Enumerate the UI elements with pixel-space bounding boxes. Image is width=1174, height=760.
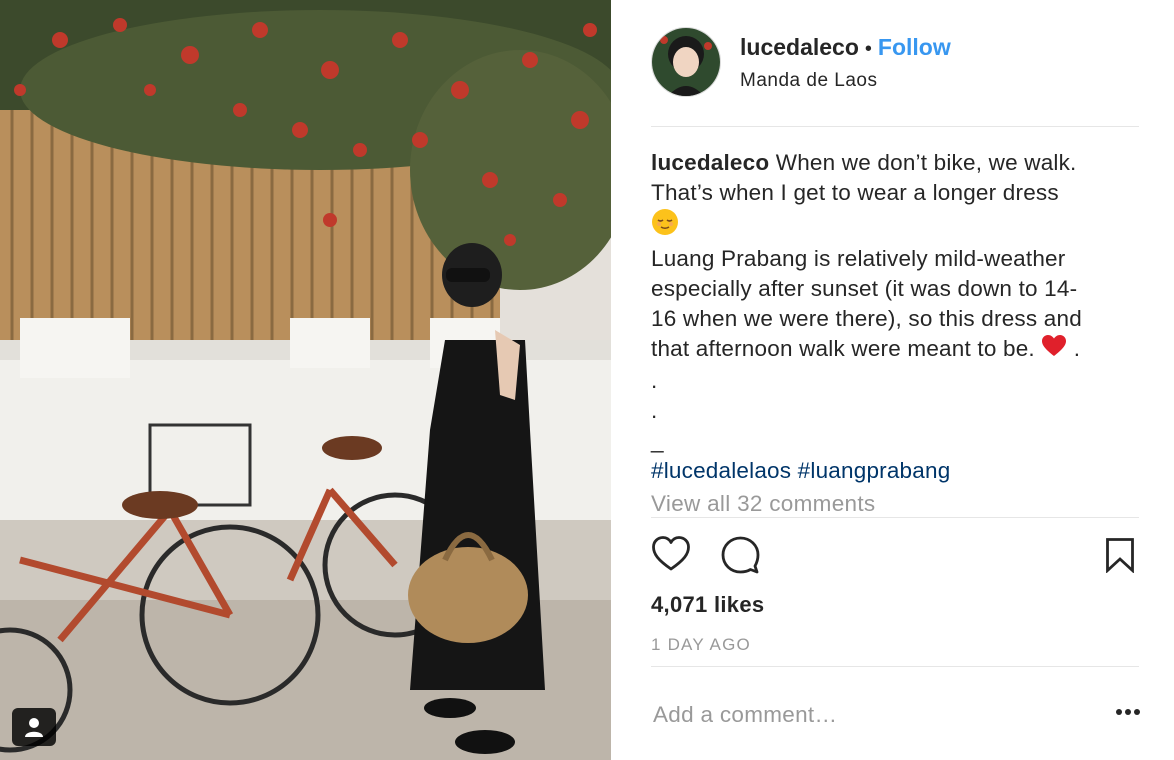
save-button[interactable] — [1105, 537, 1135, 578]
person-icon — [23, 716, 45, 738]
comment-input[interactable] — [651, 695, 1083, 735]
likes-count[interactable]: 4,071 likes — [651, 592, 764, 618]
caption-underscore: _ — [651, 428, 664, 454]
like-button[interactable] — [651, 535, 691, 578]
more-options-button[interactable] — [1115, 703, 1141, 721]
post-image — [0, 0, 611, 760]
hashtag-link-lucedalelaos[interactable]: #lucedalelaos — [651, 458, 791, 483]
username-link[interactable]: lucedaleco — [740, 34, 859, 60]
caption-hashtags: #lucedalelaos #luangprabang — [651, 456, 1141, 486]
caption-text-6: that afternoon walk were meant to be. — [651, 336, 1035, 361]
relieved-face-emoji — [651, 208, 679, 244]
comment-form — [651, 695, 1141, 735]
post-photo[interactable] — [0, 0, 611, 760]
timestamp-divider — [651, 666, 1139, 667]
caption-text-1: When we don’t bike, we walk. — [775, 150, 1077, 175]
heart-outline-icon — [651, 536, 691, 577]
red-heart-emoji — [1041, 334, 1067, 366]
caption-line-6: that afternoon walk were meant to be. . — [651, 334, 1141, 366]
view-all-comments-link[interactable]: View all 32 comments — [651, 491, 875, 517]
follow-button[interactable]: Follow — [878, 34, 951, 60]
username-line: lucedaleco • Follow — [740, 34, 951, 61]
location-link[interactable]: Manda de Laos — [740, 70, 878, 92]
caption-text-5: 16 when we were there), so this dress an… — [651, 306, 1082, 331]
caption-text-4: especially after sunset (it was down to … — [651, 276, 1078, 301]
hashtag-link-luangprabang[interactable]: #luangprabang — [798, 458, 951, 483]
caption-username-link[interactable]: lucedaleco — [651, 150, 769, 175]
post-actions — [651, 535, 1141, 579]
caption-dot-2: . — [651, 398, 658, 424]
tagged-users-button[interactable] — [12, 708, 56, 746]
speech-bubble-icon — [720, 536, 760, 579]
separator-dot: • — [864, 38, 872, 60]
caption-line-1: lucedaleco When we don’t bike, we walk. — [651, 148, 1141, 178]
avatar[interactable] — [651, 27, 721, 97]
caption-text-3: Luang Prabang is relatively mild-weather — [651, 246, 1066, 271]
header-divider — [651, 126, 1139, 127]
caption-dot-1: . — [651, 368, 658, 394]
post-timestamp[interactable]: 1 DAY AGO — [651, 635, 751, 655]
post-caption: lucedaleco When we don’t bike, we walk. … — [651, 148, 1141, 486]
caption-trailing-dot: . — [1073, 336, 1081, 361]
comments-divider — [651, 517, 1139, 518]
bookmark-icon — [1105, 538, 1135, 577]
caption-emoji-line — [651, 208, 1141, 244]
post-header: lucedaleco • Follow Manda de Laos — [651, 27, 1139, 97]
comment-button[interactable] — [720, 535, 760, 580]
post-info-panel: lucedaleco • Follow Manda de Laos lucedale… — [611, 0, 1174, 760]
more-options-icon — [1115, 703, 1141, 720]
caption-text-2: That’s when I get to wear a longer dress — [651, 180, 1059, 205]
